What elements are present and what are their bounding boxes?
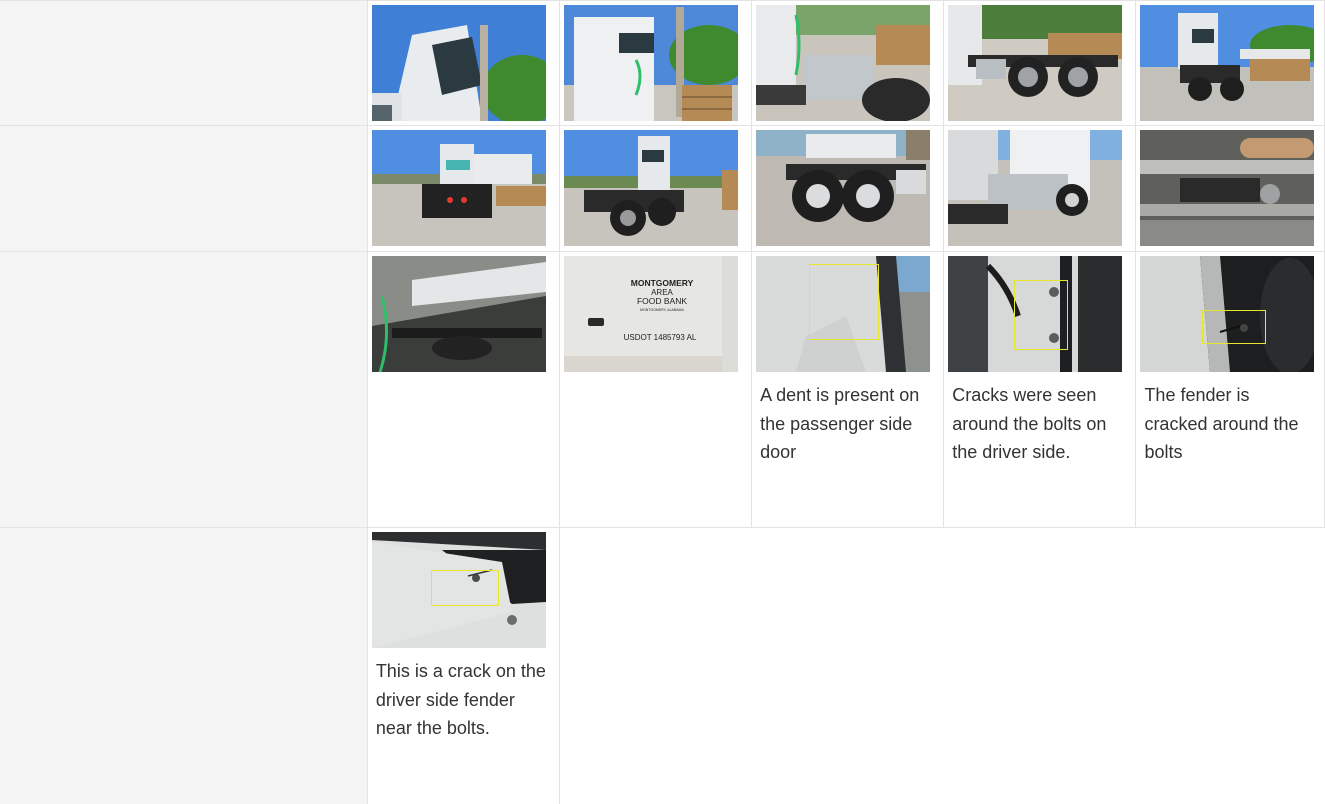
photo-cell [558,0,753,126]
table-row [0,0,1325,126]
empty-cell [559,528,751,804]
damage-highlight-box [809,264,880,340]
empty-cell [1136,528,1325,804]
door-line-5: USDOT 1485793 AL [624,333,697,342]
photo-crack-driver-fender[interactable] [371,532,546,648]
photo-cell [366,0,560,126]
empty-cell [944,528,1136,804]
photo-caption: This is a crack on the driver side fende… [375,661,546,738]
photo-truck-right-side-tank[interactable] [948,130,1123,246]
photo-cell: This is a crack on the driver side fende… [366,527,560,804]
photo-truck-cab-left-side[interactable] [563,5,738,121]
photo-cell [366,251,560,528]
photo-cell: Cracks were seen around the bolts on the… [943,251,1137,528]
row-label-cell [0,0,368,126]
photo-fender-cracked-bolts[interactable] [1140,256,1315,372]
door-line-4: MONTGOMERY, ALABAMA [640,308,684,312]
photo-cell [751,0,945,126]
empty-cell [752,528,944,804]
photo-caption: A dent is present on the passenger side … [760,385,920,462]
photo-truck-rear-quarter[interactable] [1140,5,1315,121]
table-row: MONTGOMERY AREA FOOD BANK MONTGOMERY, AL… [0,251,1325,528]
table-row [0,125,1325,252]
photo-cell [943,125,1137,252]
photo-cell [943,0,1137,126]
photo-caption: The fender is cracked around the bolts [1144,385,1299,462]
photo-cell [751,125,945,252]
door-line-3: FOOD BANK [637,296,687,306]
damage-highlight-box [1202,310,1267,344]
table-row: This is a crack on the driver side fende… [0,527,1325,804]
photo-truck-door-lettering[interactable]: MONTGOMERY AREA FOOD BANK MONTGOMERY, AL… [563,256,738,372]
row-label-cell [0,527,368,804]
photo-cell: A dent is present on the passenger side … [751,251,945,528]
photo-truck-rear-view[interactable] [371,130,546,246]
photo-cell [366,125,560,252]
photo-truck-rear-wheels-side[interactable] [948,5,1123,121]
inspection-photo-table: MONTGOMERY AREA FOOD BANK MONTGOMERY, AL… [0,0,1325,804]
row-label-cell [0,251,368,528]
photo-truck-undercarriage[interactable] [1140,130,1315,246]
photo-cell [1135,0,1325,126]
door-line-1: MONTGOMERY [631,278,694,288]
photo-truck-tandem-wheels[interactable] [756,130,931,246]
damage-highlight-box [1014,280,1069,350]
photo-caption: Cracks were seen around the bolts on the… [952,385,1107,462]
photo-truck-cab-front-left[interactable] [371,5,546,121]
photo-cracks-driver-bolts[interactable] [948,256,1123,372]
photo-cell [1135,125,1325,252]
photo-cell [558,125,753,252]
photo-truck-fuel-tank-rear[interactable] [756,5,931,121]
photo-cell: MONTGOMERY AREA FOOD BANK MONTGOMERY, AL… [558,251,753,528]
photo-truck-under-cab[interactable] [371,256,546,372]
photo-dent-passenger-door[interactable] [756,256,931,372]
damage-highlight-box [430,570,499,606]
photo-cell: The fender is cracked around the bolts [1135,251,1325,528]
row-label-cell [0,125,368,252]
photo-truck-rear-left-quarter[interactable] [563,130,738,246]
